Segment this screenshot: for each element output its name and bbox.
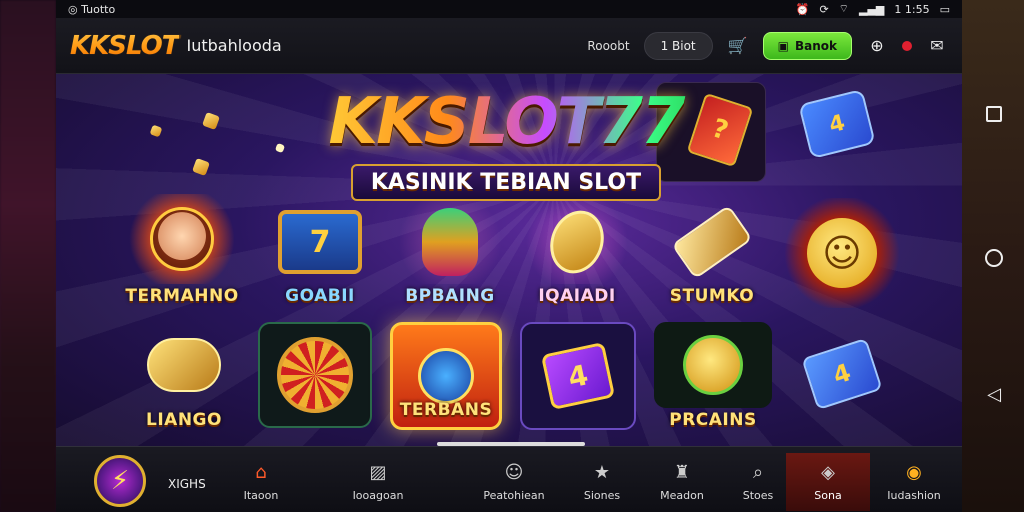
tile-label: GOABII <box>285 286 355 306</box>
game-tile[interactable]: TERBANS <box>390 322 502 430</box>
banner-title: KKSLOT77 <box>311 82 701 162</box>
game-tile[interactable]: LIANGO <box>126 322 242 430</box>
status-time: 1 1:55 <box>894 2 930 16</box>
nav-item-stars[interactable]: ★ Siones <box>570 453 634 511</box>
back-triangle-icon: ◁ <box>987 383 1001 405</box>
nav-item-search[interactable]: ⌕ Stoes <box>726 453 790 511</box>
nav-item-messages[interactable]: ☺ Peatohiean <box>472 453 556 511</box>
circle-icon <box>985 249 1003 267</box>
battery-icon: ▭ <box>939 2 950 16</box>
nav-item-home[interactable]: ⌂ Itaoon <box>224 453 298 511</box>
main-content: ? 4 KKSLOT77 KASINIK TEBIAN SLOT TERMAHN… <box>56 74 962 446</box>
game-tile[interactable]: PRCAINS <box>654 322 772 430</box>
home-icon: ⌂ <box>255 462 267 483</box>
tile-label: BPBAING <box>405 286 495 306</box>
character-icon <box>122 194 242 284</box>
gold-pig-icon <box>126 322 242 408</box>
jester-icon <box>390 200 510 284</box>
star-icon: ★ <box>593 462 611 483</box>
gift-icon: ◈ <box>821 462 835 483</box>
game-tile[interactable]: ☺ <box>784 198 900 308</box>
tile-label: IQAIADI <box>538 286 616 306</box>
game-tile[interactable]: 7 GOABII <box>262 200 378 306</box>
game-tile[interactable]: 4 <box>520 322 636 430</box>
bottom-navigation: ⚡ XIGHS ⌂ Itaoon ▨ Iooagoan ☺ Peatohiean… <box>56 446 962 512</box>
tile-label: LIANGO <box>146 410 222 430</box>
status-left: ◎ Tuotto <box>68 2 116 16</box>
game-tile[interactable]: STUMKO <box>652 200 772 306</box>
nav-item-wallet[interactable]: ▨ Iooagoan <box>336 453 420 511</box>
app-screen: ◎ Tuotto ⏰ ⟳ ⌔ ▂▄▆ 1 1:55 ▭ KKSLOT Iutba… <box>0 0 1024 512</box>
hero-banner[interactable]: KKSLOT77 KASINIK TEBIAN SLOT <box>311 82 701 212</box>
search-icon[interactable]: ⊕ <box>866 35 888 57</box>
search-icon: ⌕ <box>752 462 764 483</box>
wifi-icon: ⌔ <box>838 2 849 15</box>
game-tile[interactable]: TERMAHNO <box>122 194 242 306</box>
nav-item-trophy[interactable]: ♜ Meadon <box>648 453 716 511</box>
game-tile[interactable] <box>258 322 372 428</box>
purple-card-icon: 4 <box>520 322 636 430</box>
logo[interactable]: KKSLOT <box>70 31 179 61</box>
nav-item-gift[interactable]: ◈ Sona <box>786 453 870 511</box>
lucky-coin-icon <box>654 322 772 408</box>
back-button[interactable]: ◁ <box>984 383 1004 405</box>
blue-dice-icon: 4 <box>792 326 892 422</box>
wallet-icon: ▨ <box>369 462 387 483</box>
site-name: Iutbahlooda <box>186 36 282 55</box>
home-button[interactable] <box>984 248 1004 268</box>
header-link[interactable]: Rooobt <box>587 39 629 53</box>
trophy-icon: ♜ <box>673 462 691 483</box>
top-header: KKSLOT Iutbahlooda Rooobt 1 Biot 🛒 ▣ Ban… <box>56 18 962 74</box>
system-navigation: ◁ <box>962 0 1024 512</box>
message-icon: ☺ <box>504 462 524 483</box>
wallet-icon: ▣ <box>777 38 789 53</box>
game-tile[interactable]: BPBAING <box>390 200 510 306</box>
user-label[interactable]: XIGHS <box>168 477 206 491</box>
banner-subtitle: KASINIK TEBIAN SLOT <box>350 164 662 201</box>
nav-item-profile[interactable]: ◉ Iudashion <box>870 453 958 511</box>
game-tile[interactable]: IQAIADI <box>518 200 636 306</box>
tile-label: STUMKO <box>669 286 755 306</box>
profile-icon: ◉ <box>906 462 922 483</box>
status-bar: ◎ Tuotto ⏰ ⟳ ⌔ ▂▄▆ 1 1:55 ▭ <box>56 0 962 18</box>
signal-icon: ▂▄▆ <box>859 2 885 16</box>
tile-label: PRCAINS <box>669 410 757 430</box>
square-icon <box>986 106 1002 122</box>
deposit-button[interactable]: ▣ Banok <box>762 31 852 60</box>
gold-bar-icon <box>652 200 772 284</box>
tile-label: TERMAHNO <box>125 286 239 306</box>
roulette-icon <box>258 322 372 428</box>
avatar[interactable]: ⚡ <box>94 455 146 507</box>
game-tile[interactable]: 4 <box>792 326 892 422</box>
background-left <box>0 0 56 512</box>
smiley-icon: ☺ <box>784 198 900 308</box>
mail-icon[interactable]: ✉ <box>926 35 948 57</box>
alarm-icon: ⏰ <box>795 2 810 16</box>
treasure-chest-icon: 7 <box>262 200 378 284</box>
coin-icon <box>518 200 636 284</box>
recents-button[interactable] <box>984 104 1004 124</box>
sync-icon: ⟳ <box>819 2 829 16</box>
balance-pill[interactable]: 1 Biot <box>643 31 713 60</box>
cart-icon[interactable]: 🛒 <box>727 35 749 57</box>
notification-badge[interactable] <box>902 40 912 51</box>
tile-label: TERBANS <box>399 400 493 420</box>
